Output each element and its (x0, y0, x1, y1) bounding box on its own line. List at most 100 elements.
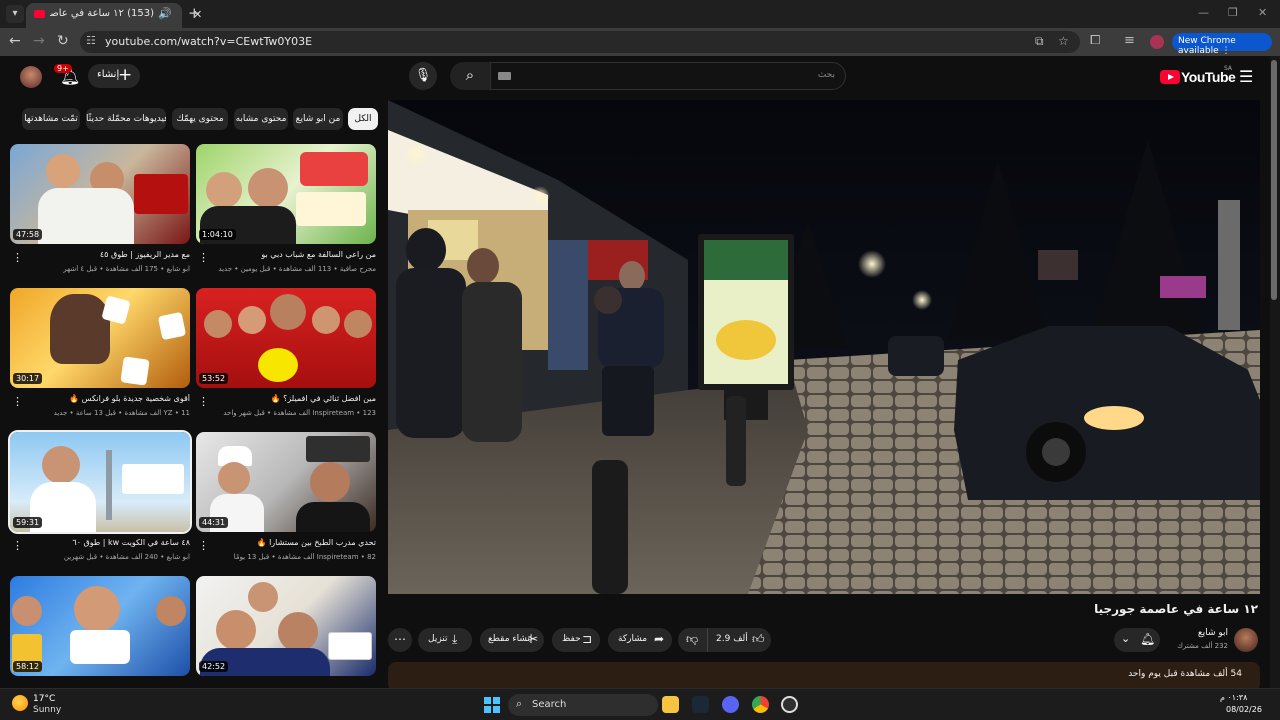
chip-from-channel[interactable]: من ابو شايع (293, 108, 343, 130)
create-button[interactable]: إنشاء + (88, 64, 140, 88)
weather-temperature[interactable]: 17°C (33, 694, 55, 704)
scissors-icon: ✂ (528, 632, 539, 646)
sun-weather-icon[interactable] (12, 695, 28, 711)
windows-start-icon[interactable] (484, 697, 500, 713)
tab-search-button[interactable]: ▾ (6, 5, 24, 23)
file-explorer-icon[interactable] (662, 696, 679, 713)
maximize-icon[interactable]: ❐ (1228, 6, 1238, 19)
clock-time[interactable]: ٠١:٣٨ م (1220, 693, 1247, 702)
chip-watched[interactable]: تمّت مشاهدتها (22, 108, 80, 130)
video-thumbnail[interactable]: 47:58 (10, 144, 190, 244)
more-actions-icon[interactable]: ⋮ (198, 395, 209, 408)
video-title[interactable]: مين افضل ثنائي في افميلز؟ 🔥 (206, 394, 376, 403)
address-bar[interactable]: ☷ youtube.com/watch?v=CEwtTw0Y03E ⧉ ☆ (80, 31, 1080, 53)
more-actions-icon[interactable]: ⋮ (198, 251, 209, 264)
video-title[interactable]: مع مدير الريفيوز | طوق ٤٥ (20, 250, 190, 259)
download-button[interactable]: تنزيل ⤓ (418, 628, 472, 652)
video-title[interactable]: أقوى شخصية جديدة بلو فرانكس 🔥 (20, 394, 190, 403)
video-thumbnail[interactable]: 58:12 (10, 576, 190, 676)
search-placeholder: بحث (817, 70, 835, 80)
subscribed-notifications-button[interactable]: 🔔︎ ⌄ (1114, 628, 1160, 652)
video-player[interactable] (388, 100, 1260, 594)
views-and-date: 54 ألف مشاهدة قبل يوم واحد (1128, 669, 1242, 679)
account-avatar[interactable] (20, 66, 42, 88)
page-scrollbar-thumb[interactable] (1271, 60, 1277, 300)
keyboard-icon[interactable] (498, 72, 511, 80)
more-actions-button[interactable]: ⋯ (388, 628, 412, 652)
bookmark-star-icon[interactable]: ☆ (1058, 34, 1069, 48)
video-frame (388, 100, 1260, 594)
thumbs-down-icon: 👎︎ (686, 632, 699, 646)
video-thumbnail[interactable]: 53:52 (196, 288, 376, 388)
new-chrome-available-button[interactable]: New Chrome available ⋮ (1172, 33, 1272, 56)
channel-avatar[interactable] (1234, 628, 1258, 652)
more-actions-icon[interactable]: ⋮ (12, 539, 23, 552)
search-input[interactable]: بحث (490, 62, 846, 90)
close-window-icon[interactable]: ✕ (1258, 6, 1267, 19)
reload-icon[interactable]: ↻ (57, 33, 69, 49)
voice-search-mic-icon[interactable]: 🎙︎ (409, 62, 437, 90)
like-count: 2.9 ألف (716, 634, 748, 644)
video-duration: 30:17 (13, 373, 43, 384)
video-duration: 59:31 (13, 517, 43, 528)
search-icon[interactable]: ⌕ (450, 62, 490, 90)
more-actions-icon[interactable]: ⋮ (12, 251, 23, 264)
youtube-favicon-icon (34, 10, 45, 18)
save-button[interactable]: حفظ ⊐ (552, 628, 600, 652)
media-controls-icon[interactable]: ≡ (1124, 33, 1135, 48)
download-icon: ⤓ (452, 632, 458, 646)
back-arrow-icon[interactable]: ← (9, 33, 21, 49)
dislike-button[interactable]: 👎︎ (678, 628, 706, 652)
guide-menu-icon[interactable]: ☰ (1239, 67, 1253, 86)
clock-date[interactable]: 08/02/26 (1226, 705, 1262, 714)
video-thumbnail-now-playing[interactable]: 59:31 (8, 430, 192, 534)
share-button[interactable]: مشاركة ➦ (608, 628, 672, 652)
like-button[interactable]: 2.9 ألف 👍︎ (707, 628, 771, 652)
video-title[interactable]: ٤٨ ساعة في الكويت kw | طوق ٦٠ (20, 538, 190, 547)
video-metadata: Inspireteam • 123 ألف مشاهدة • قبل شهر و… (223, 409, 376, 417)
steam-icon[interactable] (692, 696, 709, 713)
chip-for-you[interactable]: محتوى يهمّك (172, 108, 228, 130)
video-title[interactable]: تحدي مدرب الطبخ بين مستشارا 🔥 (206, 538, 376, 547)
youtube-play-logo-icon (1160, 70, 1180, 84)
browser-tab-active[interactable]: (153) ١٢ ساعة في عاصمة جورجيا 🔊 ✕ (26, 3, 202, 28)
site-info-icon[interactable]: ☷ (86, 34, 96, 47)
chip-similar[interactable]: محتوى مشابه (234, 108, 288, 130)
youtube-logo[interactable]: YouTube SA (1160, 65, 1236, 88)
related-video-card[interactable]: 42:52 (196, 576, 376, 688)
video-thumbnail[interactable]: 1:04:10 (196, 144, 376, 244)
taskbar-search-label: Search (532, 699, 567, 710)
chip-all[interactable]: الكل (348, 108, 378, 130)
related-video-card[interactable]: 47:58 مع مدير الريفيوز | طوق ٤٥ ابو شايع… (10, 144, 190, 284)
clip-button[interactable]: إنشاء مقطع ✂ (480, 628, 544, 652)
minimize-icon[interactable]: — (1198, 6, 1209, 19)
active-app-icon[interactable] (781, 696, 798, 713)
weather-condition[interactable]: Sunny (33, 705, 61, 715)
related-video-card[interactable]: 53:52 مين افضل ثنائي في افميلز؟ 🔥 Inspir… (196, 288, 376, 428)
related-video-card[interactable]: 44:31 تحدي مدرب الطبخ بين مستشارا 🔥 Insp… (196, 432, 376, 572)
video-thumbnail[interactable]: 30:17 (10, 288, 190, 388)
video-thumbnail[interactable]: 42:52 (196, 576, 376, 676)
video-duration: 47:58 (13, 229, 43, 240)
new-tab-button[interactable]: + (188, 4, 201, 22)
more-actions-icon[interactable]: ⋮ (12, 395, 23, 408)
related-video-card[interactable]: 30:17 أقوى شخصية جديدة بلو فرانكس 🔥 YZ •… (10, 288, 190, 428)
video-title[interactable]: من راعي السالفة مع شباب دبي بو (206, 250, 376, 259)
discord-icon[interactable] (722, 696, 739, 713)
taskbar-search-box[interactable]: ⌕ Search (508, 694, 658, 716)
url-text[interactable]: youtube.com/watch?v=CEwtTw0Y03E (105, 35, 312, 48)
chip-recently-uploaded[interactable]: فيديوهات محمّلة حديثًا (86, 108, 166, 130)
channel-name-link[interactable]: ابو شايع (1150, 628, 1228, 638)
forward-arrow-icon[interactable]: → (33, 33, 45, 49)
more-actions-icon[interactable]: ⋮ (198, 539, 209, 552)
audio-playing-icon[interactable]: 🔊 (158, 7, 172, 20)
related-video-card[interactable]: 59:31 ٤٨ ساعة في الكويت kw | طوق ٦٠ ابو … (8, 430, 192, 572)
chrome-icon[interactable] (752, 696, 769, 713)
related-video-card[interactable]: 1:04:10 من راعي السالفة مع شباب دبي بو م… (196, 144, 376, 284)
extensions-icon[interactable]: ⧠ (1090, 33, 1100, 48)
video-thumbnail[interactable]: 44:31 (196, 432, 376, 532)
cast-icon[interactable]: ⧉ (1035, 34, 1044, 49)
related-video-card[interactable]: 58:12 (10, 576, 190, 688)
chrome-profile-avatar[interactable] (1150, 35, 1164, 49)
video-metadata: ابو شايع • 175 ألف مشاهدة • قبل ٤ أشهر (63, 265, 190, 273)
